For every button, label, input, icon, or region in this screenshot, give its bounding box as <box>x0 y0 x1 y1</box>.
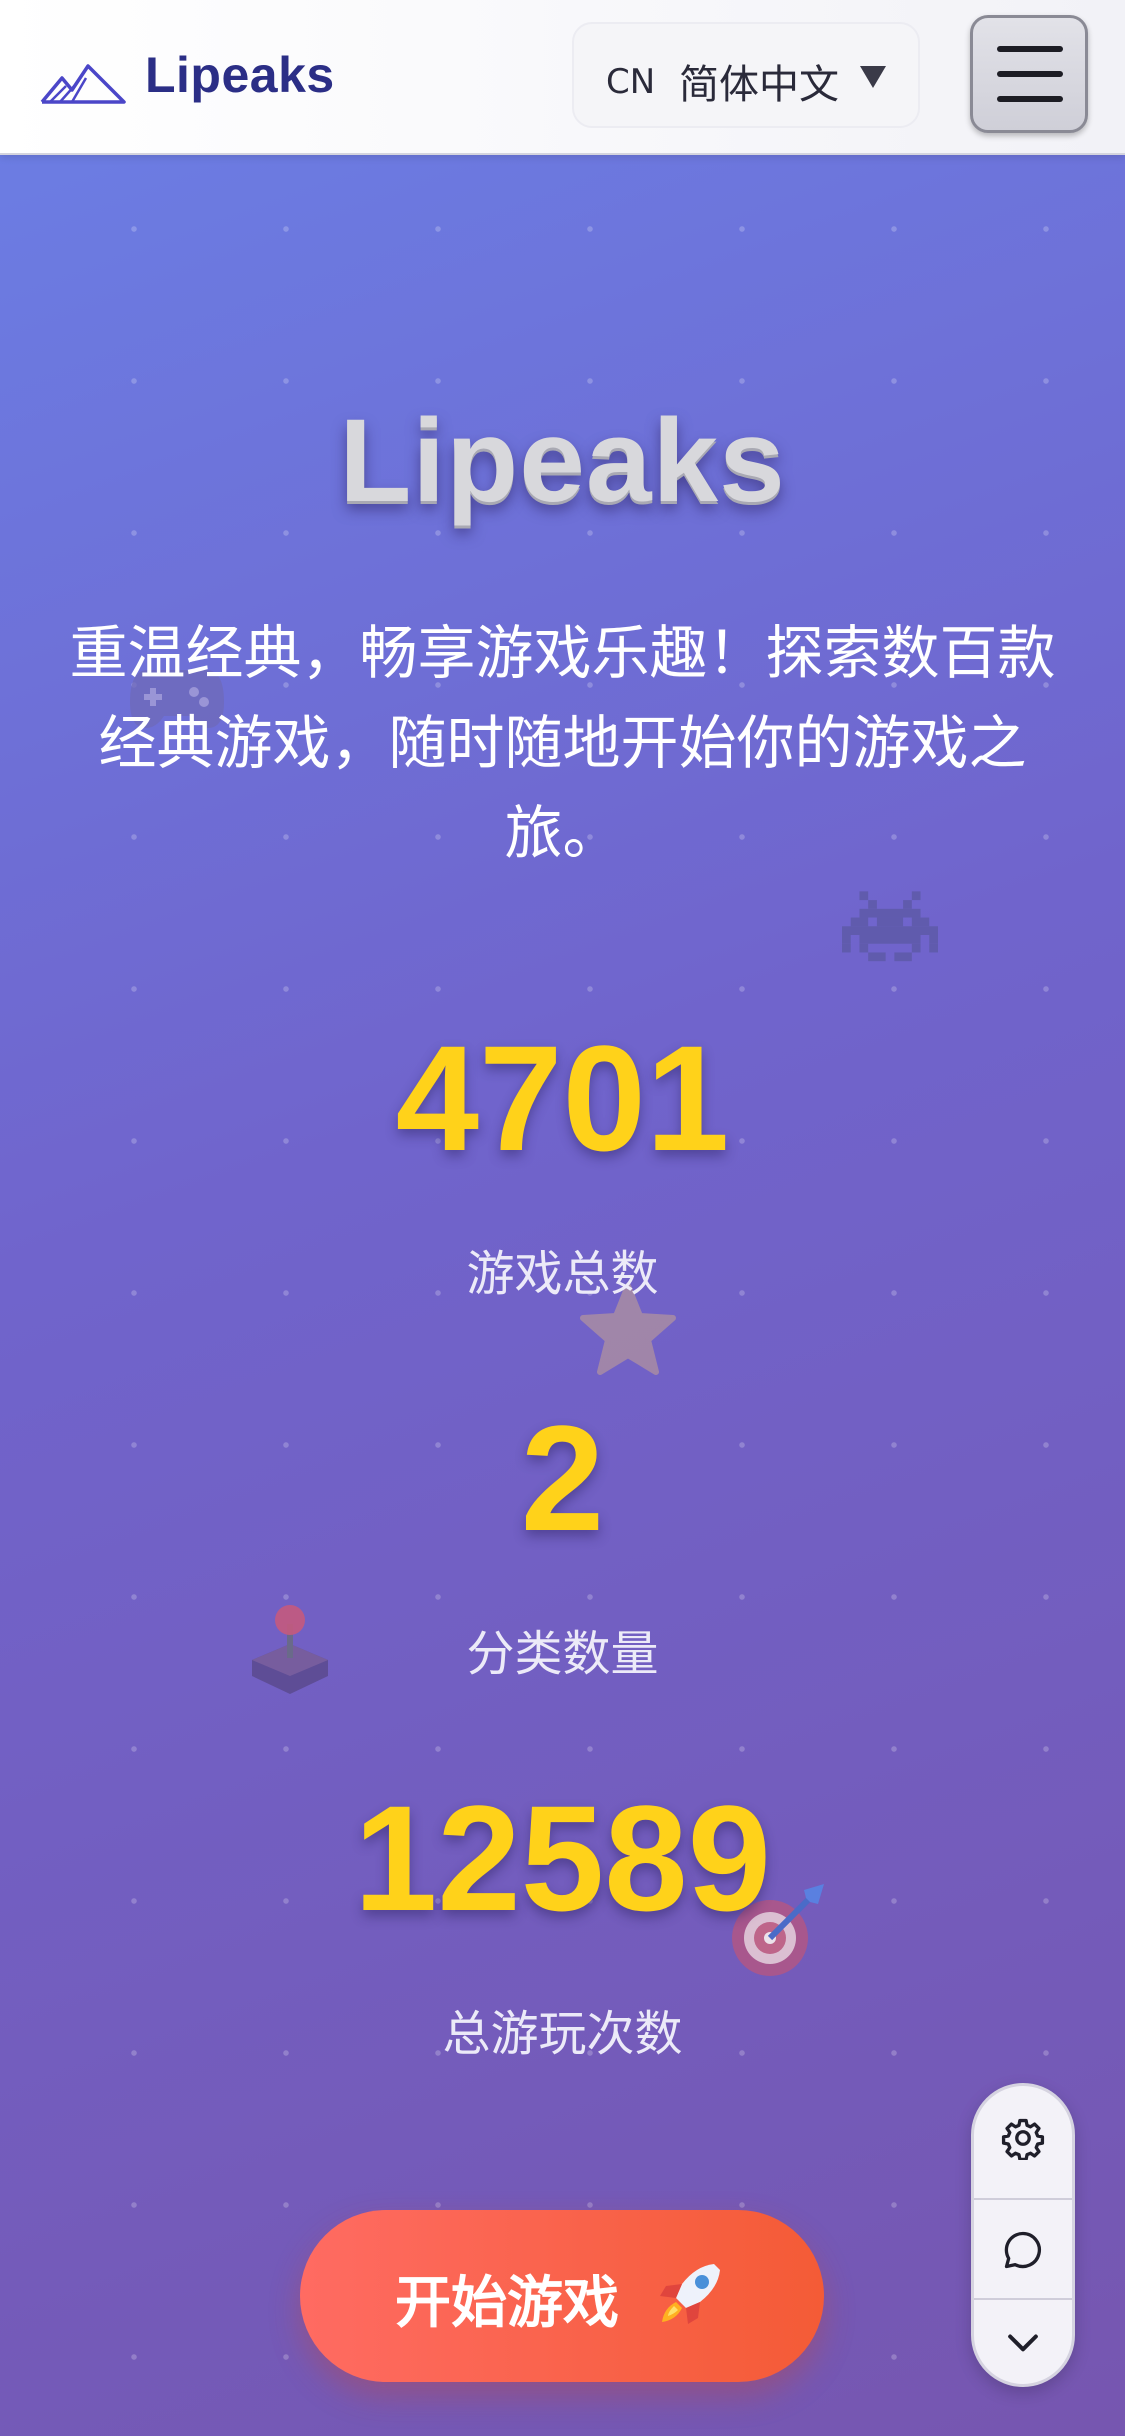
logo-text[interactable]: Lipeaks <box>145 46 335 104</box>
gear-icon <box>1001 2118 1045 2160</box>
stat-categories-label: 分类数量 <box>466 1626 659 1682</box>
menu-button[interactable] <box>970 15 1088 133</box>
stat-categories-value: 2 <box>520 1394 605 1562</box>
space-invader-icon <box>842 891 938 962</box>
hero-title: Lipeaks <box>339 395 786 527</box>
caret-down-icon <box>860 66 886 88</box>
chevron-down-icon <box>1008 2334 1038 2352</box>
language-selector[interactable]: CN 简体中文 <box>572 22 920 128</box>
stat-total-plays-label: 总游玩次数 <box>442 2006 683 2062</box>
stat-total-games-label: 游戏总数 <box>466 1246 659 1302</box>
language-code: CN <box>606 62 656 102</box>
top-navigation-bar: Lipeaks CN 简体中文 <box>0 0 1125 155</box>
floating-tools-panel <box>971 2083 1075 2387</box>
language-name: 简体中文 <box>679 62 839 108</box>
rocket-icon <box>660 2264 720 2324</box>
chat-bubble-icon <box>1004 2231 1041 2269</box>
hero-subtitle: 重温经典，畅享游戏乐趣！探索数百款经典游戏，随时随地开始你的游戏之旅。 <box>69 619 1056 867</box>
start-game-label: 开始游戏 <box>395 2271 619 2336</box>
start-game-button[interactable]: 开始游戏 <box>300 2210 824 2382</box>
mountain-icon <box>40 64 126 104</box>
stat-total-games-value: 4701 <box>395 1014 730 1182</box>
stat-total-plays-value: 12589 <box>353 1774 772 1942</box>
settings-button[interactable] <box>974 2088 1072 2188</box>
chat-button[interactable] <box>974 2200 1072 2300</box>
collapse-button[interactable] <box>974 2292 1072 2392</box>
